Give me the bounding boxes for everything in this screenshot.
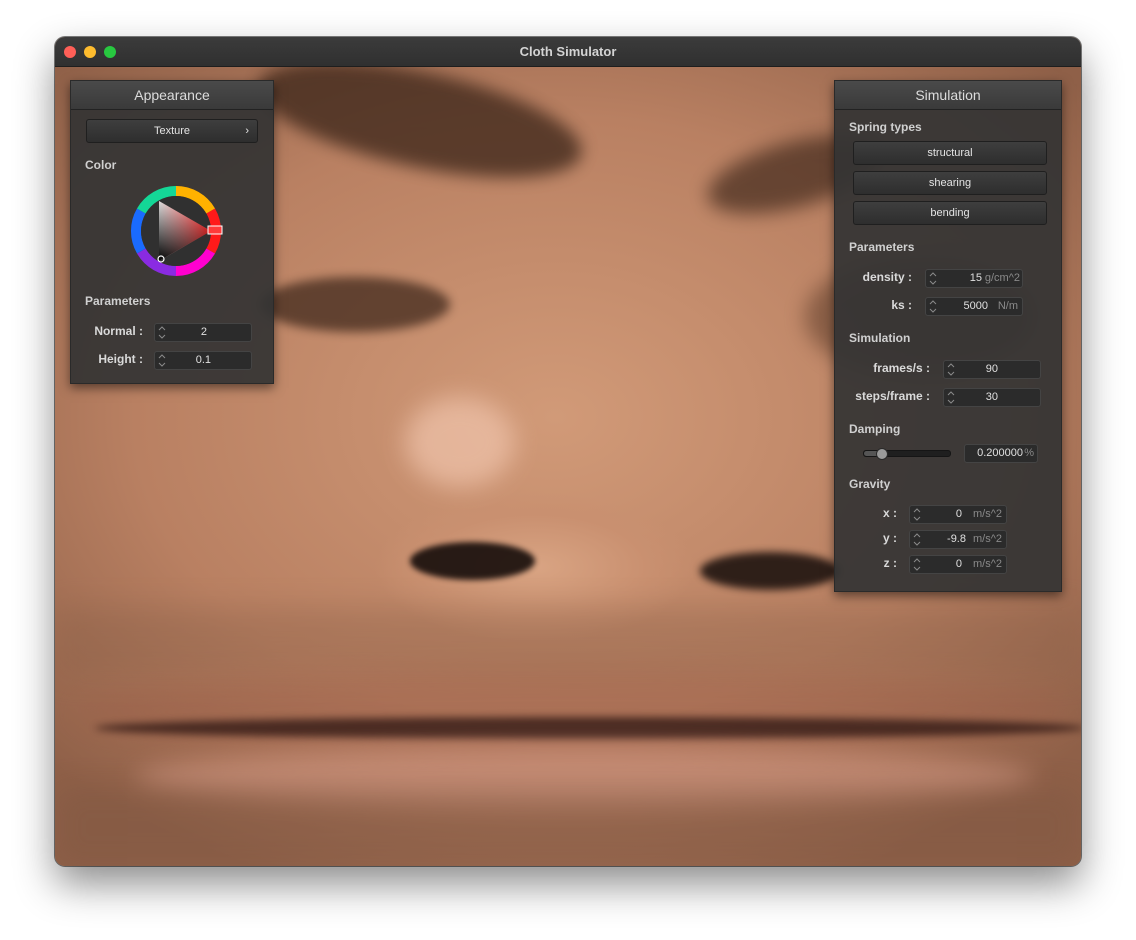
nostril-right: [700, 552, 840, 590]
appearance-parameters-label: Parameters: [85, 294, 151, 308]
shearing-button[interactable]: shearing: [853, 171, 1047, 195]
hue-selector-marker[interactable]: [207, 225, 223, 235]
gravity-y-unit: m/s^2: [973, 533, 1002, 545]
steps-per-frame-label: steps/frame :: [855, 389, 930, 403]
frames-per-second-value: 90: [985, 363, 998, 375]
gravity-z-input[interactable]: 0 m/s^2: [909, 555, 1007, 574]
nostril-left: [410, 542, 535, 580]
simulation-section-label: Simulation: [849, 331, 911, 345]
spinner-icon[interactable]: [913, 557, 921, 572]
spinner-icon[interactable]: [158, 325, 166, 340]
spinner-icon[interactable]: [929, 299, 937, 314]
normal-input[interactable]: 2: [154, 323, 252, 342]
appearance-panel: Appearance Texture › Color Parameters No…: [70, 80, 274, 384]
damping-input[interactable]: 0.200000 %: [964, 444, 1038, 463]
density-unit: g/cm^2: [984, 272, 1020, 284]
gravity-y-label: y :: [882, 531, 897, 545]
title-bar[interactable]: Cloth Simulator: [55, 37, 1081, 67]
simulation-panel-title[interactable]: Simulation: [835, 81, 1061, 110]
density-input[interactable]: 15 g/cm^2: [925, 269, 1023, 288]
appearance-panel-title[interactable]: Appearance: [71, 81, 273, 110]
gravity-z-unit: m/s^2: [973, 558, 1002, 570]
gravity-label: Gravity: [849, 477, 891, 491]
gravity-y-value: -9.8: [947, 533, 966, 545]
ks-input[interactable]: 5000 N/m: [925, 297, 1023, 316]
stubble-band: [55, 607, 1081, 677]
bending-button[interactable]: bending: [853, 201, 1047, 225]
damping-slider-track[interactable]: [863, 448, 951, 460]
spinner-icon[interactable]: [913, 507, 921, 522]
simulation-panel: Simulation Spring types structural shear…: [834, 80, 1062, 592]
damping-value: 0.200000: [977, 447, 1023, 459]
spinner-icon[interactable]: [929, 271, 937, 286]
gravity-x-unit: m/s^2: [973, 508, 1002, 520]
window-title: Cloth Simulator: [519, 44, 617, 59]
gravity-x-value: 0: [955, 508, 962, 520]
frames-per-second-input[interactable]: 90: [943, 360, 1041, 379]
mouth-line: [95, 717, 1081, 739]
spinner-icon[interactable]: [913, 532, 921, 547]
simulation-parameters-label: Parameters: [849, 240, 915, 254]
chevron-right-icon: ›: [245, 125, 249, 137]
nose-highlight: [405, 397, 515, 487]
texture-button-label: Texture: [153, 125, 191, 137]
damping-label: Damping: [849, 422, 901, 436]
steps-per-frame-value: 30: [985, 391, 998, 403]
cloth-viewport[interactable]: Appearance Texture › Color Parameters No…: [55, 67, 1081, 866]
height-value: 0.1: [195, 354, 211, 366]
gravity-x-label: x :: [882, 506, 897, 520]
color-section-label: Color: [85, 158, 117, 172]
normal-value: 2: [200, 326, 207, 338]
structural-button[interactable]: structural: [853, 141, 1047, 165]
app-window: Cloth Simulator Appearance Texture › Col…: [55, 37, 1081, 866]
eye-left: [260, 277, 450, 332]
gravity-y-input[interactable]: -9.8 m/s^2: [909, 530, 1007, 549]
density-value: 15: [969, 272, 982, 284]
height-input[interactable]: 0.1: [154, 351, 252, 370]
upper-lip: [75, 667, 1075, 757]
spring-types-label: Spring types: [849, 120, 922, 134]
texture-button[interactable]: Texture ›: [86, 119, 258, 143]
normal-label: Normal :: [94, 324, 143, 338]
steps-per-frame-input[interactable]: 30: [943, 388, 1041, 407]
spinner-icon[interactable]: [947, 390, 955, 405]
spinner-icon[interactable]: [158, 353, 166, 368]
color-wheel[interactable]: [126, 181, 226, 281]
ks-label: ks :: [891, 298, 912, 312]
frames-per-second-label: frames/s :: [873, 361, 930, 375]
eyebrow-left: [248, 67, 592, 201]
damping-unit: %: [1024, 447, 1034, 459]
gravity-z-value: 0: [955, 558, 962, 570]
gravity-x-input[interactable]: 0 m/s^2: [909, 505, 1007, 524]
density-label: density :: [862, 270, 912, 284]
spinner-icon[interactable]: [947, 362, 955, 377]
chin-stubble: [55, 787, 1081, 866]
gravity-z-label: z :: [883, 556, 897, 570]
ks-value: 5000: [963, 300, 988, 312]
height-label: Height :: [98, 352, 143, 366]
damping-slider-knob[interactable]: [876, 448, 889, 460]
ks-unit: N/m: [997, 300, 1018, 312]
